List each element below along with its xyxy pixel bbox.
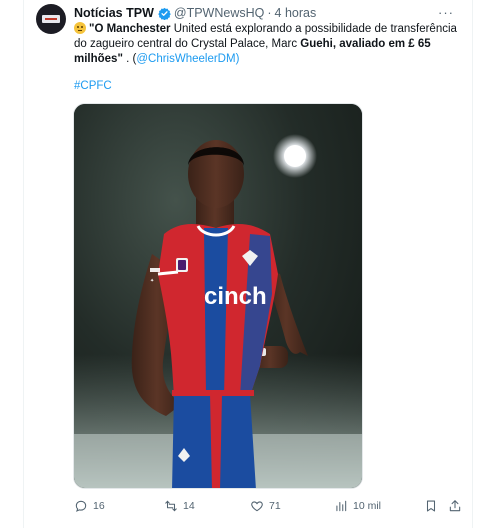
share-icon [449, 500, 461, 512]
bookmark-button[interactable] [424, 496, 438, 516]
hashtag-link[interactable]: #CPFC [74, 80, 112, 92]
kit-sponsor-text: cinch [204, 283, 267, 310]
reply-button[interactable]: 16 [74, 496, 105, 516]
heart-icon [251, 501, 263, 512]
tweet-card[interactable]: Notícias TPW @TPWNewsHQ · 4 horas ··· "O… [24, 0, 472, 528]
share-button[interactable] [448, 496, 462, 516]
tweet-text: "O Manchester United está explorando a p… [74, 22, 464, 67]
player-photo: cinch ✦ [74, 104, 362, 488]
separator-dot: · [267, 6, 272, 20]
user-handle[interactable]: @TPWNewsHQ [174, 6, 264, 20]
bookmark-icon [426, 500, 436, 512]
tweet-text-part-6: ) [235, 53, 240, 65]
avatar-logo [42, 15, 60, 23]
like-count: 71 [269, 500, 281, 512]
avatar[interactable] [36, 4, 66, 34]
view-count: 10 mil [353, 500, 382, 512]
tweet-text-bold-1: "O Manchester [89, 23, 171, 35]
reply-count: 16 [93, 500, 105, 512]
repost-button[interactable]: 14 [164, 496, 195, 516]
timestamp[interactable]: 4 horas [275, 6, 317, 20]
timeline-border-right [472, 0, 473, 528]
repost-icon [165, 500, 177, 512]
display-name[interactable]: Notícias TPW [74, 6, 154, 20]
repost-count: 14 [183, 500, 195, 512]
views-chart-icon [336, 500, 347, 512]
tweet-header: Notícias TPW @TPWNewsHQ · 4 horas ··· [74, 5, 464, 21]
reply-icon [75, 500, 87, 512]
tweet-media-image[interactable]: cinch ✦ [73, 103, 363, 489]
more-options-icon[interactable]: ··· [438, 5, 454, 20]
tweet-text-bold-2: Guehi [300, 38, 333, 50]
views-button[interactable]: 10 mil [334, 496, 381, 516]
thinking-face-emoji-icon [74, 22, 86, 34]
tweet-actions-bar: 16 14 71 10 mil [74, 496, 464, 516]
mention-link[interactable]: @ChrisWheelerDM [136, 53, 235, 65]
svg-text:✦: ✦ [150, 278, 154, 284]
like-button[interactable]: 71 [250, 496, 281, 516]
tweet-text-part-5: . ( [122, 53, 137, 65]
verified-badge-icon [158, 7, 171, 20]
